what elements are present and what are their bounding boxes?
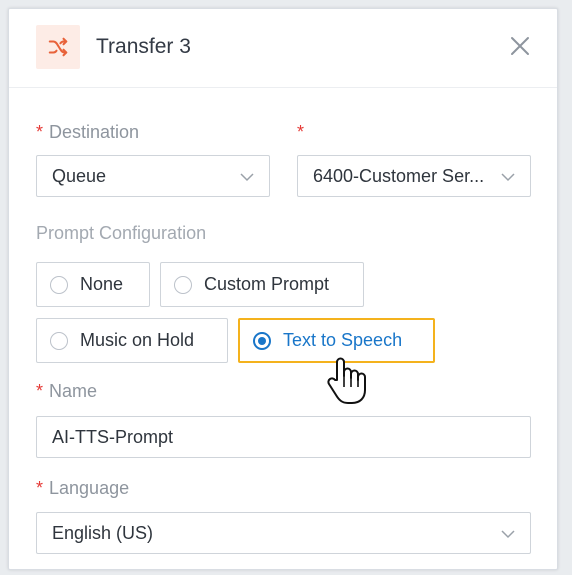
dialog-title: Transfer 3 [96,35,191,58]
language-value: English (US) [52,522,154,543]
language-label-text: Language [49,478,130,498]
radio-circle [50,275,68,294]
name-input[interactable]: AI-TTS-Prompt [36,416,531,458]
close-icon[interactable] [509,35,531,57]
name-label-text: Name [49,381,98,401]
prompt-option-label: Text to Speech [283,330,403,350]
name-input-value: AI-TTS-Prompt [52,426,174,447]
prompt-option-custom-prompt[interactable]: Custom Prompt [160,262,364,307]
required-mark: * [297,122,305,142]
language-label: * Language [36,478,129,499]
hand-pointer-icon [327,354,367,406]
chevron-down-icon [501,173,515,182]
prompt-option-label: None [80,274,124,294]
destination-target-select[interactable]: 6400-Customer Ser... [297,155,531,197]
destination-target-label: * [297,122,310,143]
dialog-header: Transfer 3 [9,9,557,88]
prompt-option-label: Custom Prompt [204,274,330,294]
destination-label-text: Destination [49,122,140,142]
destination-target-value: 6400-Customer Ser... [313,165,485,186]
transfer-dialog: Transfer 3 * Destination * Queue 6400-Cus… [8,8,558,570]
destination-label: * Destination [36,122,139,143]
destination-type-value: Queue [52,165,107,186]
radio-circle [50,331,68,350]
language-select[interactable]: English (US) [36,512,531,554]
required-mark: * [36,381,44,401]
required-mark: * [36,122,44,142]
radio-circle [174,275,192,294]
name-label: * Name [36,381,97,402]
prompt-configuration-label: Prompt Configuration [36,223,207,243]
prompt-option-label: Music on Hold [80,330,195,350]
radio-circle [253,331,271,350]
chevron-down-icon [501,530,515,539]
destination-type-select[interactable]: Queue [36,155,270,197]
chevron-down-icon [240,173,254,182]
required-mark: * [36,478,44,498]
prompt-option-music-on-hold[interactable]: Music on Hold [36,318,228,363]
shuffle-icon [36,25,80,69]
prompt-option-none[interactable]: None [36,262,150,307]
